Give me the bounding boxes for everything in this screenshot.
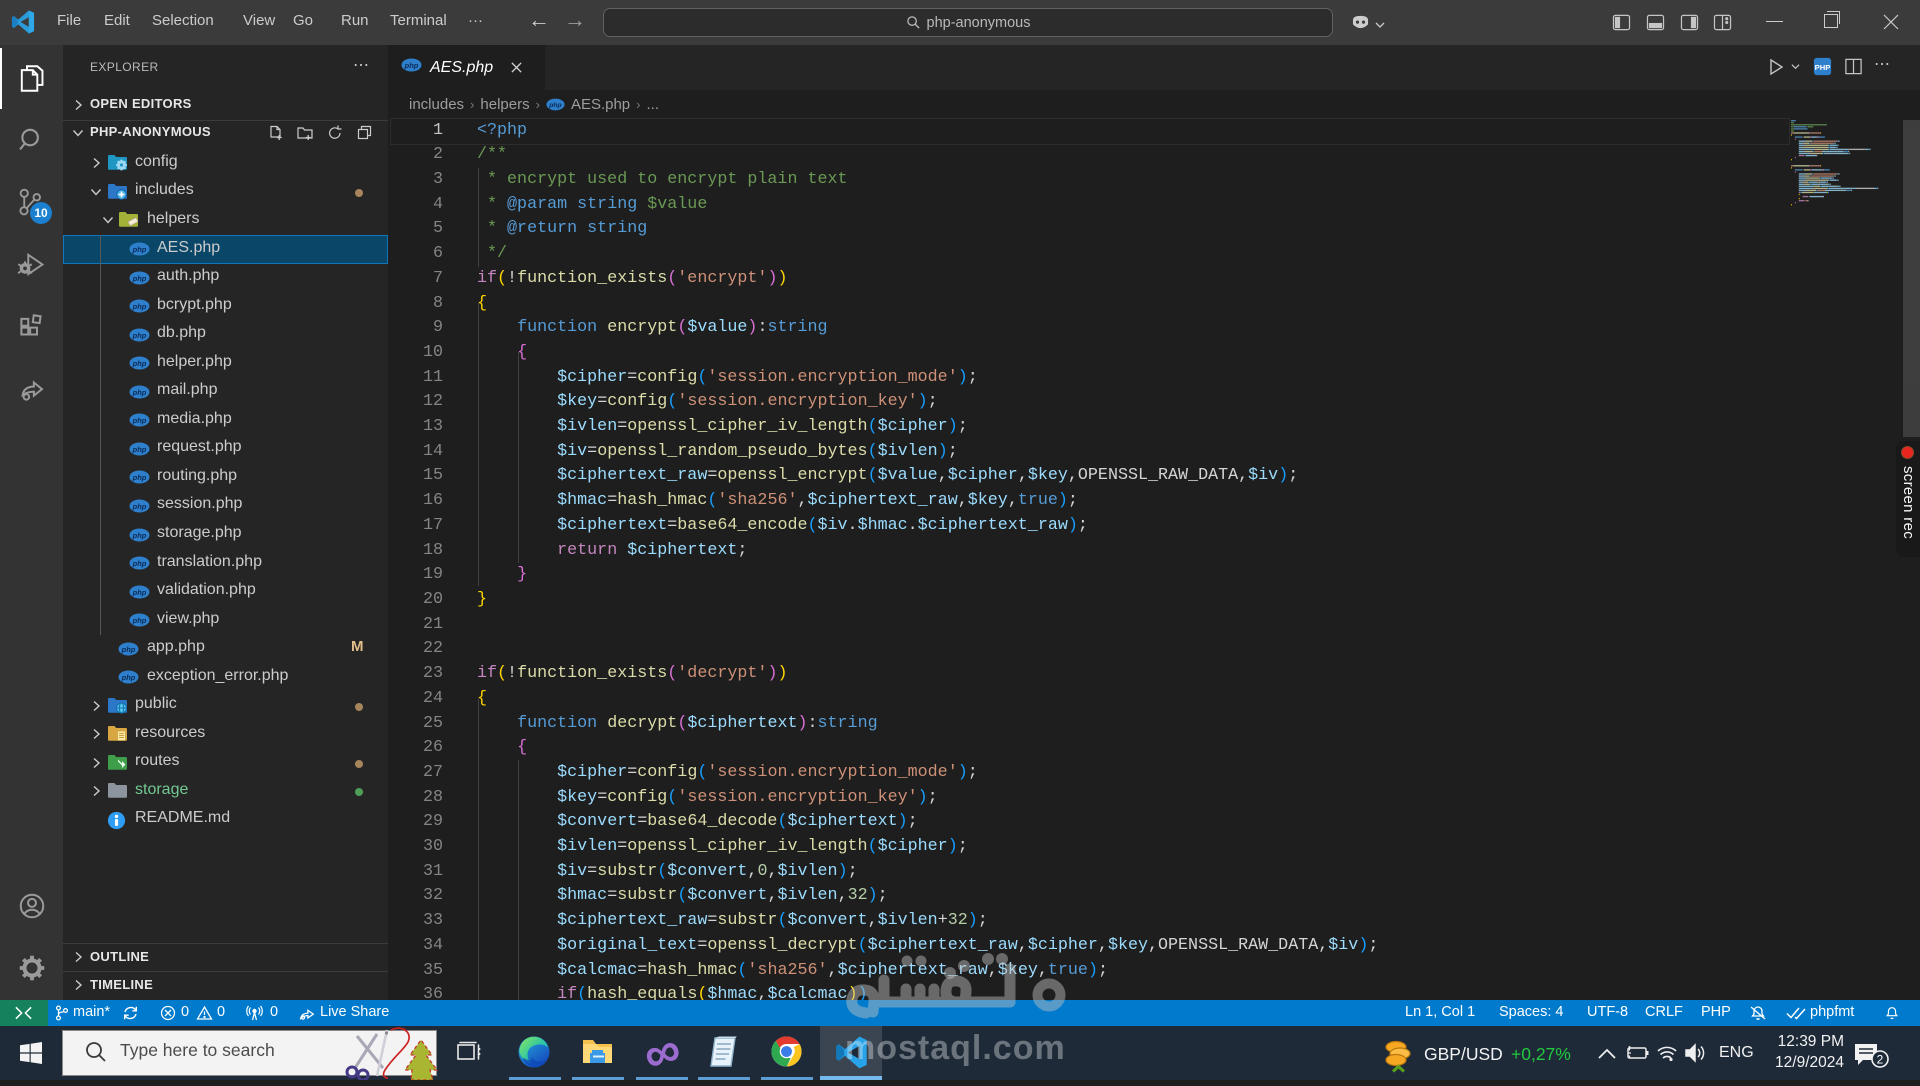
svg-text:php: php [132,616,147,625]
svg-text:php: php [121,673,136,682]
svg-text:php: php [548,101,561,108]
svg-text:php: php [132,273,147,282]
svg-text:php: php [132,445,147,454]
svg-text:php: php [132,587,147,596]
svg-text:2: 2 [1877,1053,1884,1067]
svg-text:php: php [132,559,147,568]
svg-text:php: php [132,330,147,339]
svg-text:php: php [132,302,147,311]
svg-text:php: php [132,416,147,425]
svg-text:php: php [121,644,136,653]
svg-text:php: php [404,61,419,70]
svg-text:php: php [132,473,147,482]
svg-text:php: php [132,245,147,254]
svg-text:php: php [132,530,147,539]
svg-text:PHP: PHP [1815,63,1831,72]
svg-text:php: php [132,387,147,396]
svg-text:php: php [132,359,147,368]
svg-text:php: php [132,502,147,511]
